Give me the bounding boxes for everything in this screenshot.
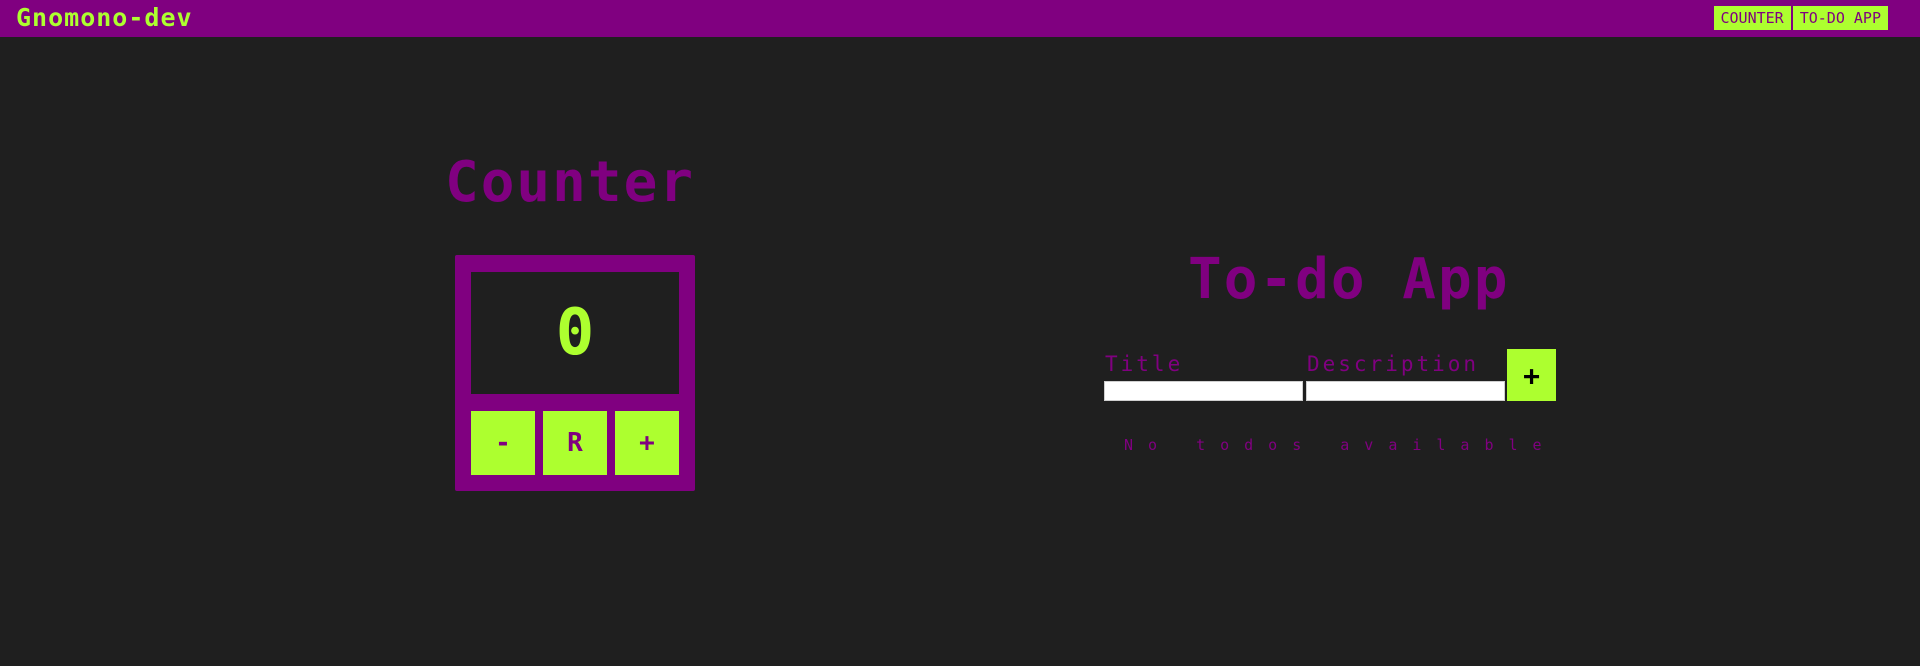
nav-todo-button[interactable]: TO-DO APP [1792,6,1888,30]
counter-display: 0 [471,272,679,394]
counter-panel: 0 - R + [455,255,695,491]
empty-todos-message: No todos available [1124,436,1557,454]
description-label: Description [1307,352,1480,376]
counter-title: Counter [445,150,696,215]
decrement-button[interactable]: - [471,411,535,475]
nav-menu: COUNTER TO-DO APP [1713,6,1888,30]
increment-button[interactable]: + [615,411,679,475]
title-input[interactable] [1104,381,1303,401]
top-bar: Gnomono-dev COUNTER TO-DO APP [0,0,1920,37]
add-todo-button[interactable]: + [1507,349,1556,401]
nav-counter-button[interactable]: COUNTER [1713,6,1791,30]
description-input[interactable] [1306,381,1505,401]
todo-title: To-do App [1188,247,1510,312]
reset-button[interactable]: R [543,411,607,475]
title-label: Title [1105,352,1184,376]
brand-logo[interactable]: Gnomono-dev [16,3,193,32]
